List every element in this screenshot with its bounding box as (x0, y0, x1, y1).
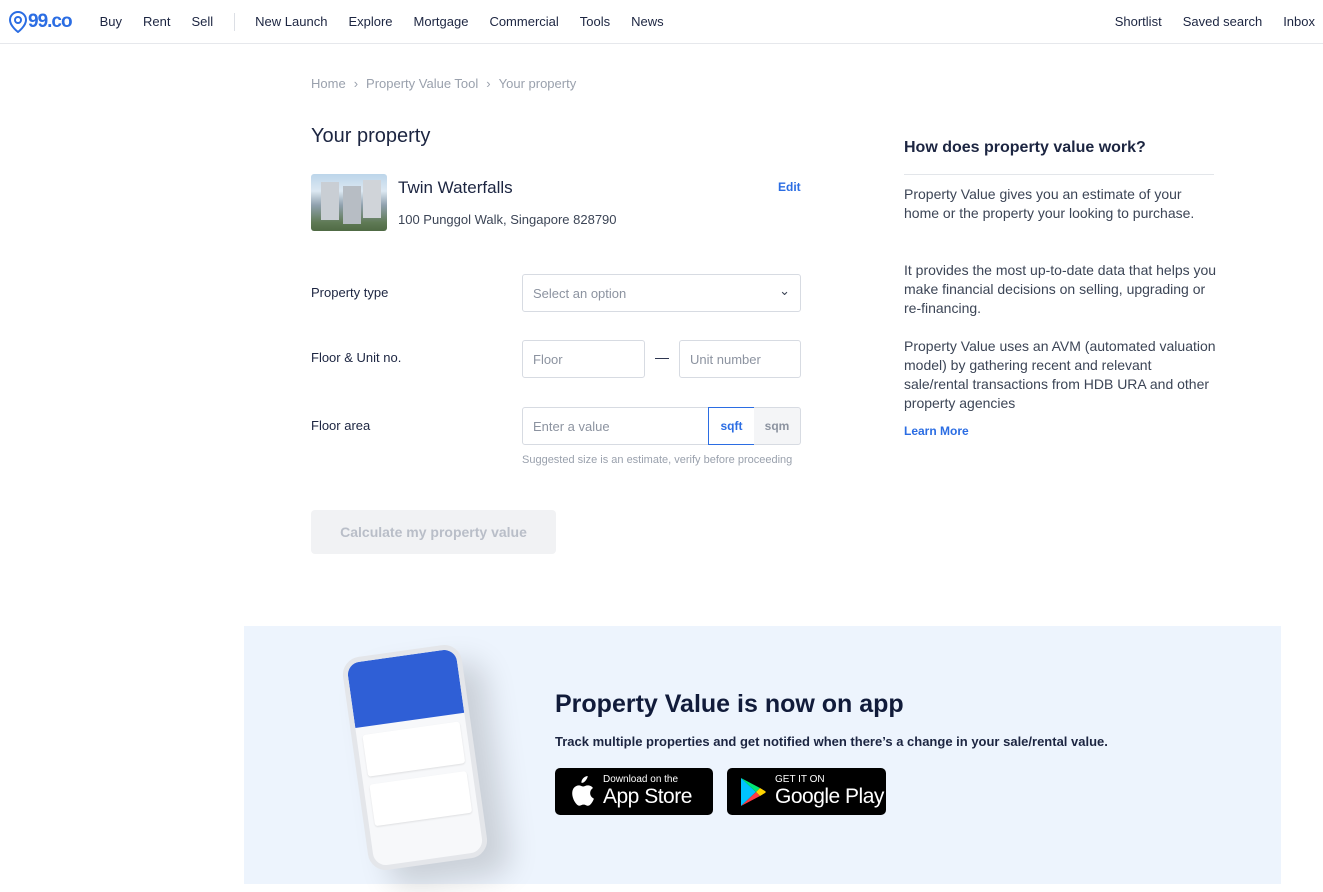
nav-tools[interactable]: Tools (580, 14, 610, 29)
property-type-label: Property type (311, 285, 389, 300)
property-address: 100 Punggol Walk, Singapore 828790 (398, 212, 617, 227)
sidebar-divider (904, 174, 1214, 175)
nav-new-launch[interactable]: New Launch (255, 14, 327, 29)
floor-input[interactable]: Floor (522, 340, 645, 378)
nav-mortgage[interactable]: Mortgage (414, 14, 469, 29)
page-title: Your property (311, 125, 431, 147)
logo[interactable]: 99.co (8, 10, 73, 33)
app-store-button[interactable]: Download on the App Store (555, 768, 713, 815)
google-play-small: GET IT ON (775, 774, 825, 785)
nav-explore[interactable]: Explore (348, 14, 392, 29)
property-name: Twin Waterfalls (398, 178, 513, 197)
floor-area-label: Floor area (311, 418, 371, 433)
nav-shortlist[interactable]: Shortlist (1115, 14, 1162, 29)
google-play-big: Google Play (775, 785, 884, 808)
apple-icon (572, 775, 594, 806)
nav-news[interactable]: News (631, 14, 664, 29)
nav-divider (234, 12, 236, 31)
chevron-down-icon: ⌄ (779, 283, 790, 298)
chevron-right-icon: › (353, 76, 359, 91)
location-pin-icon (8, 10, 28, 33)
nav-commercial[interactable]: Commercial (489, 14, 558, 29)
nav-rent[interactable]: Rent (143, 14, 170, 29)
floor-area-hint: Suggested size is an estimate, verify be… (522, 454, 793, 466)
nav-saved-search[interactable]: Saved search (1183, 14, 1263, 29)
breadcrumb-tool[interactable]: Property Value Tool (366, 76, 478, 91)
chevron-right-icon: › (486, 76, 491, 91)
unit-number-input[interactable]: Unit number (679, 340, 801, 378)
sidebar-paragraph: Property Value gives you an estimate of … (904, 186, 1195, 221)
sidebar-title: How does property value work? (904, 139, 1146, 156)
unit-sqft-toggle[interactable]: sqft (708, 407, 755, 445)
nav-buy[interactable]: Buy (100, 14, 122, 29)
logo-text: 99.co (28, 10, 73, 32)
breadcrumb-home[interactable]: Home (311, 76, 346, 91)
edit-link[interactable]: Edit (778, 180, 801, 194)
unit-sqm-toggle[interactable]: sqm (754, 407, 801, 445)
breadcrumb-current: Your property (498, 76, 577, 91)
sidebar-paragraph: It provides the most up-to-date data tha… (904, 262, 1217, 316)
learn-more-link[interactable]: Learn More (904, 424, 969, 438)
property-thumbnail (311, 174, 387, 231)
nav-sell[interactable]: Sell (191, 14, 213, 29)
breadcrumb: Home › Property Value Tool › Your property (311, 76, 576, 91)
property-type-placeholder: Select an option (533, 286, 627, 301)
banner-subtitle: Track multiple properties and get notifi… (555, 734, 1108, 749)
google-play-button[interactable]: GET IT ON Google Play (727, 768, 886, 815)
floor-unit-separator: — (655, 349, 669, 365)
top-nav: 99.co Buy Rent Sell New Launch Explore M… (0, 0, 1323, 44)
banner-title: Property Value is now on app (555, 690, 904, 718)
google-play-icon (741, 777, 766, 806)
sidebar-paragraph: Property Value uses an AVM (automated va… (904, 338, 1216, 411)
calculate-button[interactable]: Calculate my property value (311, 510, 556, 554)
floor-unit-label: Floor & Unit no. (311, 350, 402, 365)
floor-area-input[interactable]: Enter a value (522, 407, 709, 445)
property-type-select[interactable]: Select an option ⌄ (522, 274, 801, 312)
app-store-big: App Store (603, 785, 692, 808)
nav-inbox[interactable]: Inbox (1283, 14, 1315, 29)
app-store-small: Download on the (603, 774, 679, 785)
